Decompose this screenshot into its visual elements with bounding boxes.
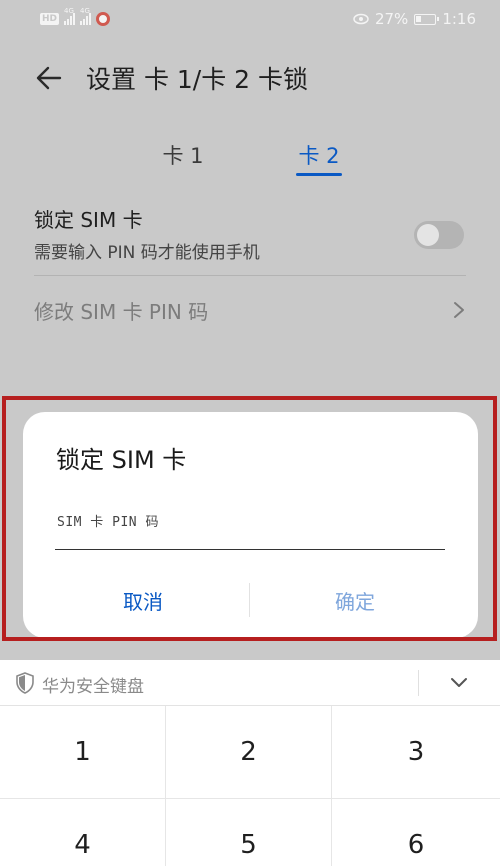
toggle-knob [417, 224, 439, 246]
signal-icon: 4G [80, 7, 92, 25]
key-4[interactable]: 4 [0, 799, 166, 866]
row-divider [34, 275, 466, 276]
toolbar-divider [418, 670, 419, 696]
shield-icon [16, 672, 34, 694]
signal-type-label: 4G [64, 7, 74, 15]
lock-sim-title: 锁定 SIM 卡 [34, 208, 143, 232]
status-left: HD 4G 4G [40, 7, 111, 26]
tab-sim-2[interactable]: 卡 2 [296, 138, 342, 178]
app-header: 设置 卡 1/卡 2 卡锁 [0, 54, 500, 102]
chevron-right-icon [454, 302, 464, 318]
secure-keyboard: 华为安全键盘 1 2 3 4 5 6 [0, 660, 500, 866]
key-1[interactable]: 1 [0, 706, 166, 799]
keyboard-name: 华为安全键盘 [42, 677, 144, 697]
hd-badge: HD [40, 13, 60, 25]
back-button[interactable] [34, 63, 64, 93]
page-title: 设置 卡 1/卡 2 卡锁 [86, 65, 309, 94]
lock-sim-subtitle: 需要输入 PIN 码才能使用手机 [34, 243, 260, 263]
eye-comfort-icon [353, 13, 369, 25]
key-6[interactable]: 6 [332, 799, 500, 866]
signal-type-label: 4G [80, 7, 90, 15]
status-right: 27% 1:16 [353, 10, 476, 28]
lock-sim-row[interactable]: 锁定 SIM 卡 需要输入 PIN 码才能使用手机 [34, 204, 466, 274]
sim-tabs: 卡 1 卡 2 [0, 138, 500, 182]
signal-icon: 4G [64, 7, 76, 25]
change-pin-row[interactable]: 修改 SIM 卡 PIN 码 [34, 288, 466, 332]
battery-percent: 27% [374, 10, 409, 28]
lock-sim-toggle[interactable] [414, 221, 464, 249]
key-2[interactable]: 2 [166, 706, 332, 799]
numeric-keypad: 1 2 3 4 5 6 [0, 706, 500, 866]
highlight-box [2, 396, 497, 641]
chevron-down-icon[interactable] [448, 674, 470, 692]
key-3[interactable]: 3 [332, 706, 500, 799]
change-pin-title: 修改 SIM 卡 PIN 码 [34, 299, 209, 324]
battery-icon [414, 13, 440, 25]
tab-sim-1[interactable]: 卡 1 [158, 138, 208, 178]
keyboard-toolbar: 华为安全键盘 [0, 660, 500, 706]
arrow-left-icon [36, 66, 62, 90]
key-5[interactable]: 5 [166, 799, 332, 866]
status-bar: HD 4G 4G 27% 1:16 [0, 0, 500, 38]
clock: 1:16 [442, 10, 476, 28]
app-notification-icon [96, 12, 111, 26]
